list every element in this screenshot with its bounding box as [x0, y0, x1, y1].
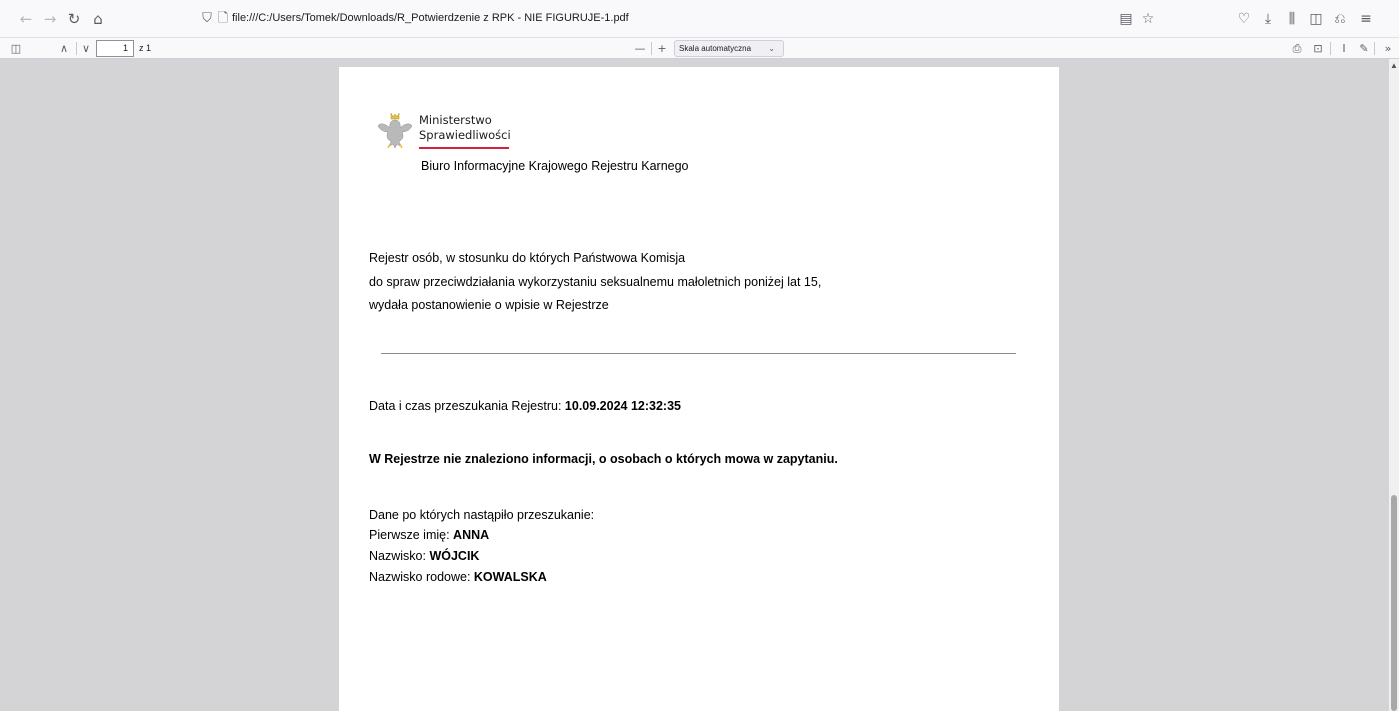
extensions-icon[interactable]: ⎌ — [1330, 9, 1350, 29]
page-count-label: z 1 — [139, 43, 152, 53]
search-datetime-value: 10.09.2024 12:32:35 — [564, 399, 681, 413]
back-icon[interactable]: ← — [16, 9, 36, 29]
url-text[interactable]: file:///C:/Users/Tomek/Downloads/R_Potwi… — [232, 12, 629, 24]
reader-mode-icon[interactable]: ▤ — [1116, 9, 1136, 29]
more-tools-icon[interactable]: » — [1380, 40, 1396, 57]
ministry-name-line2: Sprawiedliwości — [419, 128, 511, 142]
family-name-value: KOWALSKA — [473, 570, 547, 584]
register-description-line: Rejestr osób, w stosunku do których Pańs… — [369, 251, 686, 265]
print-icon[interactable]: ⎙ — [1289, 40, 1305, 57]
zoom-in-button[interactable]: + — [654, 40, 670, 57]
eagle-emblem-icon — [377, 112, 413, 149]
search-result-text: W Rejestrze nie znaleziono informacji, o… — [369, 452, 838, 466]
save-icon[interactable]: ⊡ — [1310, 40, 1326, 57]
search-datetime-label: Data i czas przeszukania Rejestru: — [369, 399, 565, 413]
search-data-header: Dane po których nastąpiło przeszukanie: — [369, 508, 595, 522]
first-name-value: ANNA — [453, 528, 490, 542]
page-number-input[interactable]: 1 — [96, 40, 134, 57]
zoom-out-button[interactable]: — — [632, 40, 648, 57]
forward-icon[interactable]: → — [40, 9, 60, 29]
search-datetime: Data i czas przeszukania Rejestru: 10.09… — [369, 399, 681, 413]
library-icon[interactable]: ⫼ — [1282, 9, 1302, 29]
surname-row: Nazwisko: WÓJCIK — [369, 549, 479, 563]
first-name-row: Pierwsze imię: ANNA — [369, 528, 489, 542]
home-icon[interactable]: ⌂ — [88, 9, 108, 29]
search-result: W Rejestrze nie znaleziono informacji, o… — [369, 452, 838, 466]
surname-value: WÓJCIK — [429, 549, 480, 563]
next-page-icon[interactable]: ∨ — [78, 40, 94, 57]
downloads-icon[interactable]: ⤓ — [1258, 9, 1278, 29]
url-bar[interactable]: ⛉ 🗋 file:///C:/Users/Tomek/Downloads/R_P… — [196, 6, 1156, 32]
register-description-line: do spraw przeciwdziałania wykorzystaniu … — [369, 275, 822, 289]
zoom-select[interactable]: Skala automatyczna ⌄ — [674, 40, 784, 57]
browser-navbar: ← → ↻ ⌂ ⛉ 🗋 file:///C:/Users/Tomek/Downl… — [0, 0, 1399, 38]
toolbar-separator — [76, 42, 77, 55]
family-name-label: Nazwisko rodowe: — [369, 570, 474, 584]
menu-icon[interactable]: ≡ — [1356, 9, 1376, 29]
sidebar-toggle-icon[interactable]: ◫ — [8, 40, 24, 57]
bookmark-star-icon[interactable]: ☆ — [1138, 9, 1158, 29]
reload-icon[interactable]: ↻ — [64, 9, 84, 29]
toolbar-separator — [1330, 42, 1331, 55]
family-name-row: Nazwisko rodowe: KOWALSKA — [369, 570, 547, 584]
previous-page-icon[interactable]: ∧ — [56, 40, 72, 57]
zoom-value: Skala automatyczna — [679, 44, 752, 53]
toolbar-separator — [651, 42, 652, 55]
pdf-page: Ministerstwo Sprawiedliwości Biuro Infor… — [339, 67, 1059, 711]
divider — [381, 353, 1016, 354]
chevron-down-icon: ⌄ — [768, 44, 775, 53]
pocket-icon[interactable]: ♡ — [1234, 9, 1254, 29]
pdf-toolbar: ◫ ∧ ∨ 1 z 1 — + Skala automatyczna ⌄ ⎙ ⊡… — [0, 38, 1399, 59]
scrollbar[interactable]: ▲ — [1389, 59, 1399, 711]
ministry-accent-line — [419, 147, 509, 149]
bureau-title: Biuro Informacyjne Krajowego Rejestru Ka… — [421, 159, 689, 173]
text-tool-icon[interactable]: I — [1336, 40, 1352, 57]
ministry-name-line1: Ministerstwo — [419, 113, 492, 127]
sidebar-icon[interactable]: ◫ — [1306, 9, 1326, 29]
register-description-line: wydała postanowienie o wpisie w Rejestrz… — [369, 298, 609, 312]
scroll-up-icon[interactable]: ▲ — [1389, 61, 1399, 71]
draw-tool-icon[interactable]: ✎ — [1356, 40, 1372, 57]
toolbar-separator — [1374, 42, 1375, 55]
page-icon[interactable]: 🗋 — [214, 9, 232, 29]
scrollbar-thumb[interactable] — [1391, 495, 1397, 711]
surname-label: Nazwisko: — [369, 549, 430, 563]
first-name-label: Pierwsze imię: — [369, 528, 454, 542]
